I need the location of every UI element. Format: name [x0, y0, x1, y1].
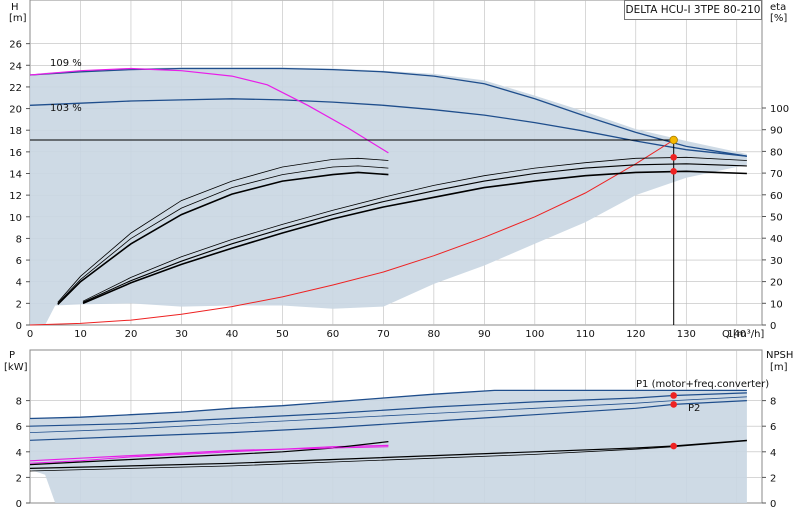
x-tick-label: 50 — [276, 329, 289, 340]
y-tick-label: 2 — [16, 299, 22, 310]
head-efficiency-panel: 024681012141618202224260 10 20 30 40 50 60 70 80… — [9, 0, 789, 340]
y-tick-label: 4 — [16, 278, 22, 289]
eta-tick-label: 90 — [770, 126, 783, 137]
operating-point-marker — [670, 168, 677, 175]
x-tick-label: 30 — [175, 329, 188, 340]
power-operating-marker — [670, 401, 677, 408]
operating-point-marker — [670, 153, 677, 161]
eta-tick-label: 30 — [770, 256, 783, 267]
x-tick-label: 80 — [427, 329, 440, 340]
power-tick-label: 6 — [16, 422, 22, 433]
eta-tick-label: 70 — [770, 169, 783, 180]
duty-point-marker — [669, 135, 678, 145]
y-tick-label: 8 — [16, 234, 22, 245]
eta-tick-label: 100 — [770, 104, 789, 115]
legend-p2: P2 — [688, 403, 700, 414]
power-tick-label: 8 — [16, 397, 22, 408]
y-tick-label: 26 — [9, 40, 22, 51]
power-operating-marker — [670, 392, 677, 399]
x-tick-label: 90 — [478, 329, 491, 340]
x-tick-label: 10 — [74, 329, 87, 340]
power-axis-label: P — [9, 350, 15, 361]
y-tick-label: 0 — [16, 321, 22, 332]
power-npsh-panel: 0 2 4 6 8 0 2 4 6 8 P[kW] NPSH[m]P1 (motor+freq.con… — [4, 349, 793, 510]
power-operating-marker — [670, 442, 677, 450]
y-tick-label: 22 — [9, 83, 22, 94]
x-axis-label: Q [m³/h] — [722, 329, 764, 340]
y-tick-label: 6 — [16, 256, 22, 267]
y-axis-unit: [m] — [9, 13, 27, 24]
x-tick-label: 100 — [525, 329, 544, 340]
npsh-axis-label: NPSH — [766, 350, 793, 361]
x-tick-label: 110 — [576, 329, 595, 340]
x-tick-label: 120 — [626, 329, 645, 340]
eta-axis-unit: [%] — [770, 13, 787, 24]
x-tick-label: 130 — [677, 329, 696, 340]
annotation-109: 109 % — [50, 58, 82, 69]
x-tick-label: 0 — [27, 329, 33, 340]
y-axis-label: H — [11, 2, 19, 13]
npsh-tick-label: 0 — [770, 499, 776, 510]
y-tick-label: 14 — [9, 170, 22, 181]
eta-axis-label: eta — [770, 2, 786, 13]
y-tick-label: 18 — [9, 126, 22, 137]
y-tick-label: 12 — [9, 191, 22, 202]
legend-p1: P1 (motor+freq.converter) — [636, 379, 769, 390]
pump-curve-chart: 024681012141618202224260 10 20 30 40 50 60 70 80… — [4, 0, 793, 510]
npsh-tick-label: 6 — [770, 422, 776, 433]
annotation-103: 103 % — [50, 103, 82, 114]
y-tick-label: 24 — [9, 61, 22, 72]
npsh-tick-label: 8 — [770, 397, 776, 408]
x-tick-label: 20 — [125, 329, 138, 340]
power-tick-label: 4 — [16, 448, 22, 459]
y-tick-label: 16 — [9, 148, 22, 159]
power-tick-label: 0 — [16, 499, 22, 510]
npsh-tick-label: 4 — [770, 448, 776, 459]
y-tick-label: 10 — [9, 213, 22, 224]
npsh-axis-unit: [m] — [770, 362, 788, 373]
eta-tick-label: 20 — [770, 278, 783, 289]
eta-tick-label: 50 — [770, 213, 783, 224]
eta-tick-label: 40 — [770, 234, 783, 245]
y-tick-label: 20 — [9, 105, 22, 116]
x-tick-label: 60 — [327, 329, 340, 340]
x-tick-label: 70 — [377, 329, 390, 340]
eta-tick-label: 0 — [770, 321, 776, 332]
eta-tick-label: 80 — [770, 147, 783, 158]
eta-tick-label: 60 — [770, 191, 783, 202]
x-tick-label: 40 — [226, 329, 239, 340]
chart-title: DELTA HCU-I 3TPE 80-210 — [624, 0, 762, 20]
npsh-tick-label: 2 — [770, 473, 776, 484]
eta-tick-label: 10 — [770, 299, 783, 310]
power-tick-label: 2 — [16, 473, 22, 484]
power-axis-unit: [kW] — [4, 362, 28, 373]
